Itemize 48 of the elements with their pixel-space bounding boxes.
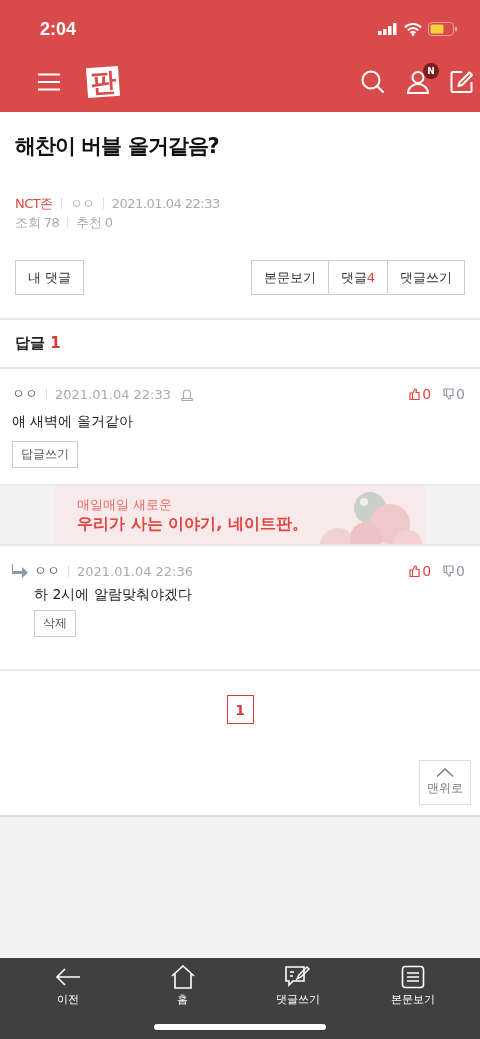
speech-bubble-pencil-icon (283, 965, 312, 989)
bottom-nav-button[interactable]: 이전 (22, 958, 113, 1039)
search-icon[interactable] (360, 69, 386, 95)
like-button[interactable]: 0 (409, 386, 432, 402)
document-icon (400, 965, 425, 989)
user-icon[interactable] (406, 70, 430, 94)
bottom-nav-button[interactable]: 홈 (137, 958, 228, 1039)
like-button[interactable]: 0 (409, 563, 432, 579)
notification-badge: N (423, 63, 439, 79)
thumbs-up-icon (409, 565, 421, 577)
comment-author: ㅇㅇ (12, 385, 38, 403)
edit-icon[interactable] (450, 70, 474, 94)
comment-date: 2021.01.04 22:36 (77, 563, 194, 579)
signal-icon (378, 23, 398, 35)
thumbs-down-icon (443, 388, 455, 400)
back-to-top-button[interactable]: 맨위로 (419, 760, 471, 805)
wifi-icon (404, 22, 422, 36)
my-comments-button[interactable]: 내 댓글 (15, 260, 85, 295)
menu-icon[interactable] (37, 73, 61, 91)
post-title: 해찬이 버블 올거같음? (15, 133, 220, 160)
replies-heading: 답글 1 (0, 320, 480, 369)
bottom-nav-button[interactable]: 본문보기 (367, 958, 458, 1039)
ad-tagline: 매일매일 새로운 (77, 495, 174, 514)
action-button[interactable]: 본문보기 (250, 260, 329, 295)
bottom-nav-button[interactable]: 댓글쓰기 (252, 958, 343, 1039)
view-count: 조회 78 (15, 214, 60, 232)
action-button[interactable]: 댓글4 (328, 260, 388, 295)
comment-action-button[interactable]: 삭제 (34, 610, 76, 637)
caret-up-icon (436, 768, 454, 777)
status-time: 2:04 (40, 18, 77, 40)
ad-headline: 우리가 사는 이야기, 네이트판。 (77, 513, 308, 535)
post-date: 2021.01.04 22:33 (111, 195, 220, 213)
thumbs-up-icon (409, 388, 421, 400)
recommend-count: 추천 0 (76, 214, 113, 232)
author-name: ㅇㅇ (69, 195, 95, 213)
comment-date: 2021.01.04 22:33 (55, 386, 172, 402)
action-button[interactable]: 댓글쓰기 (388, 260, 465, 295)
battery-icon (428, 22, 458, 36)
comment-action-button[interactable]: 답글쓰기 (12, 441, 78, 468)
thumbs-down-icon (443, 565, 455, 577)
comment-author: ㅇㅇ (34, 562, 60, 580)
board-link[interactable]: NCT존 (15, 194, 53, 213)
comment-text: 얘 새벽에 올거같아 (12, 413, 134, 431)
page-button[interactable]: 1 (226, 695, 254, 724)
comment-text: 하 2시에 알람맞춰야겠다 (34, 586, 193, 604)
reply-arrow-icon (12, 564, 28, 578)
ad-banner[interactable]: 매일매일 새로운 우리가 사는 이야기, 네이트판。 (55, 486, 425, 544)
logo[interactable]: 판 (86, 65, 120, 99)
